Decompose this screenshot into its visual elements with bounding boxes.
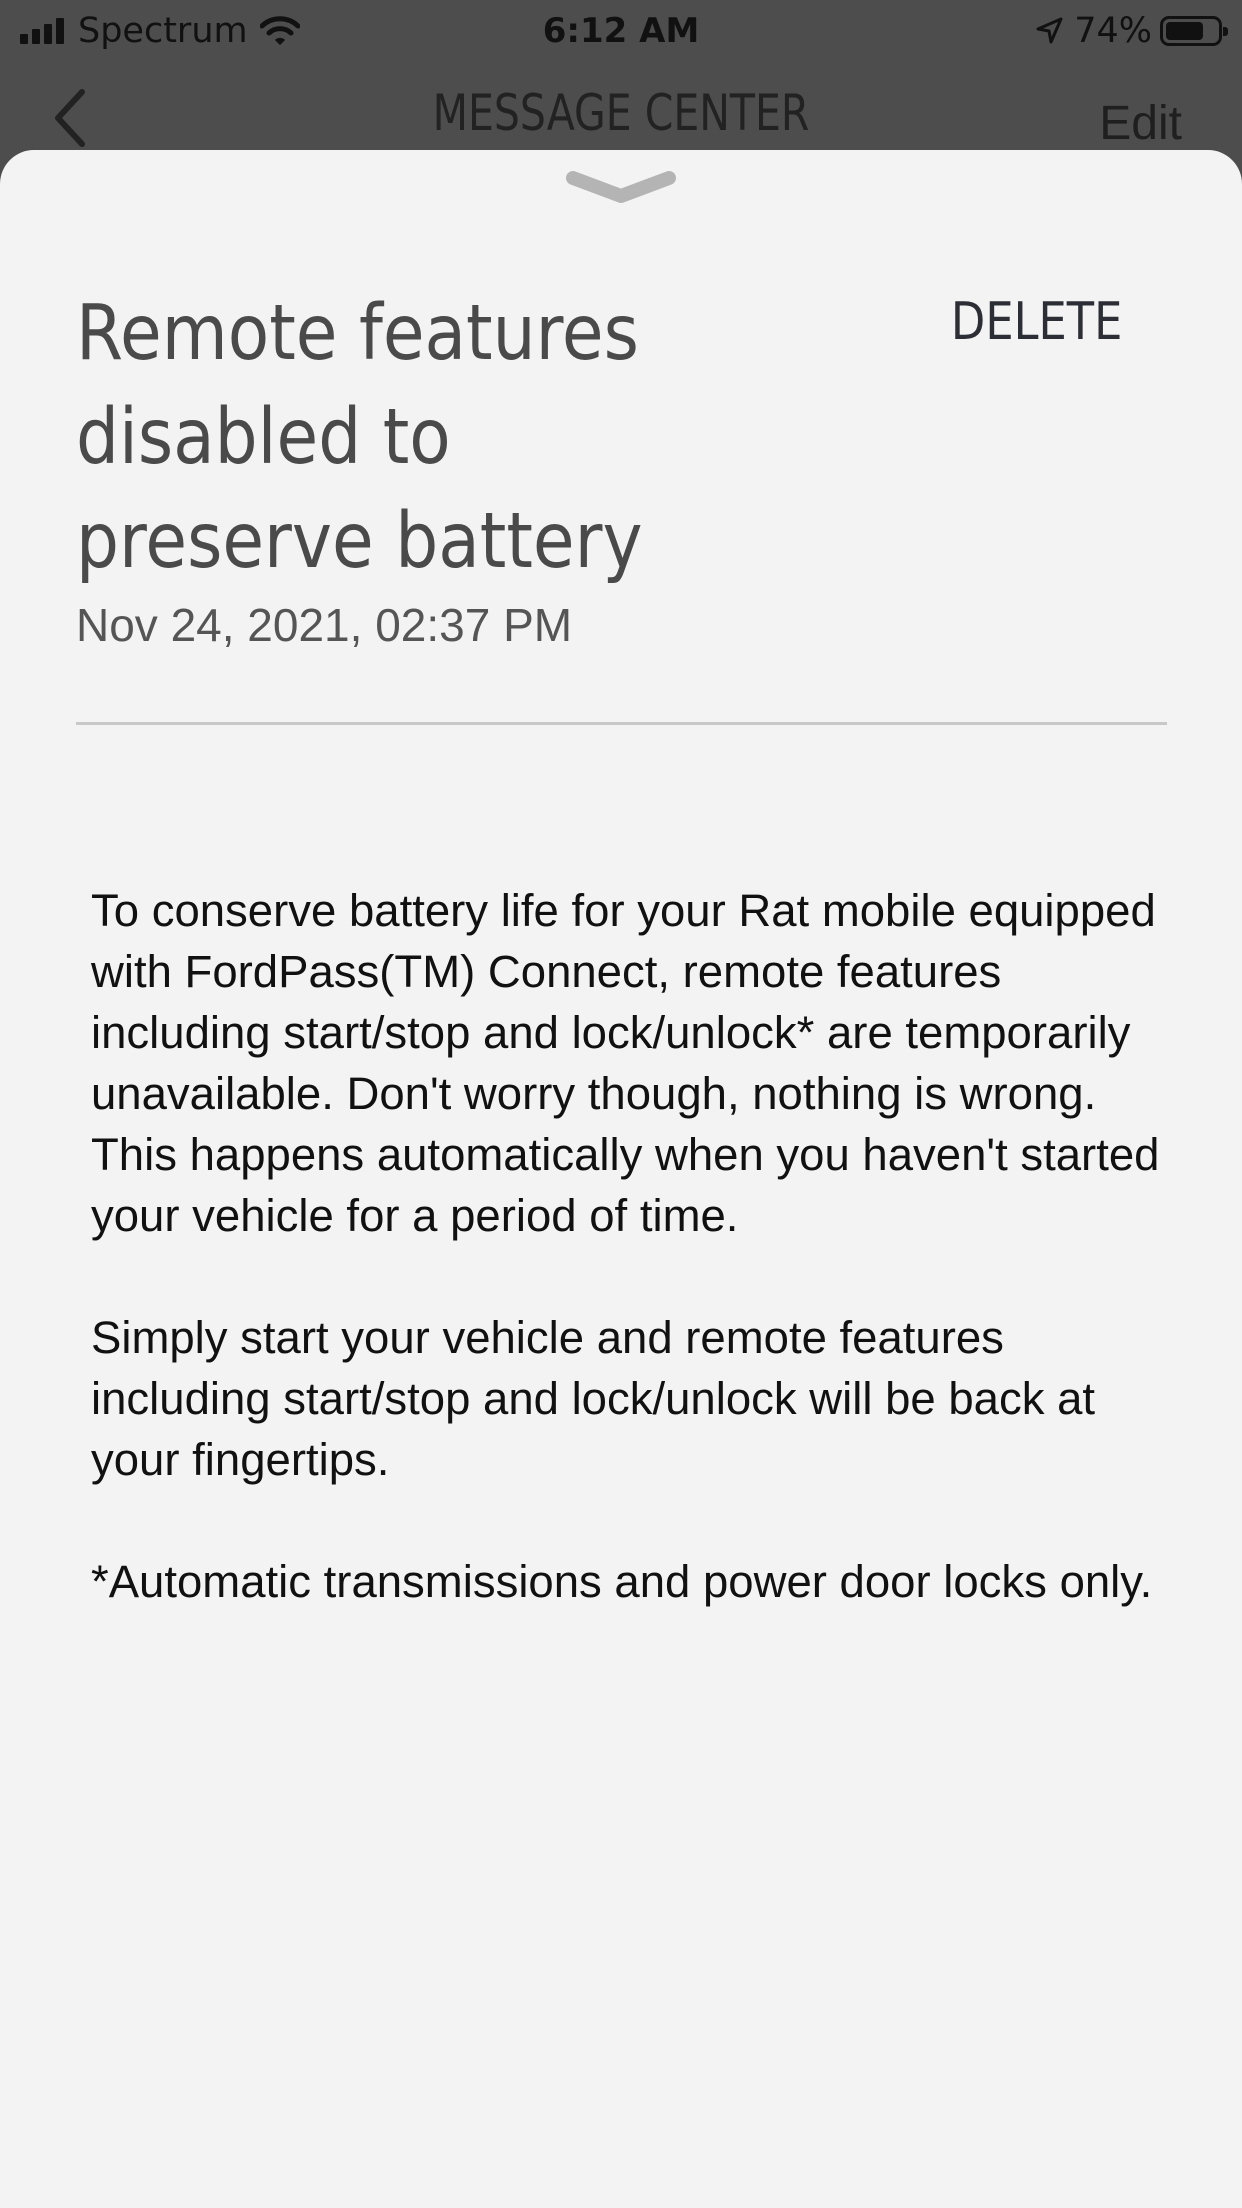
status-bar-right: 74% bbox=[1034, 10, 1228, 52]
message-paragraph: To conserve battery life for your Rat mo… bbox=[91, 885, 1160, 1241]
location-arrow-icon bbox=[1036, 17, 1063, 44]
message-body: To conserve battery life for your Rat mo… bbox=[91, 880, 1171, 1673]
message-date: Nov 24, 2021, 02:37 PM bbox=[76, 599, 573, 651]
message-detail-sheet: Remote features disabled to preserve bat… bbox=[0, 150, 1242, 2208]
navigation-bar: MESSAGE CENTER Edit bbox=[0, 62, 1242, 150]
divider bbox=[76, 722, 1167, 725]
battery-percentage: 74% bbox=[1074, 11, 1152, 51]
battery-icon bbox=[1160, 16, 1228, 46]
message-paragraph: *Automatic transmissions and power door … bbox=[91, 1556, 1153, 1607]
edit-button[interactable]: Edit bbox=[1099, 96, 1182, 151]
delete-button[interactable]: DELETE bbox=[951, 292, 1122, 352]
message-title: Remote features disabled to preserve bat… bbox=[76, 289, 643, 586]
back-chevron-icon[interactable] bbox=[50, 86, 90, 150]
battery-level-fill bbox=[1166, 22, 1203, 40]
status-bar: Spectrum 6:12 AM 74% bbox=[0, 0, 1242, 62]
chevron-down-icon[interactable] bbox=[565, 170, 677, 210]
message-paragraph: Simply start your vehicle and remote fea… bbox=[91, 1312, 1096, 1485]
page-title: MESSAGE CENTER bbox=[432, 84, 810, 142]
